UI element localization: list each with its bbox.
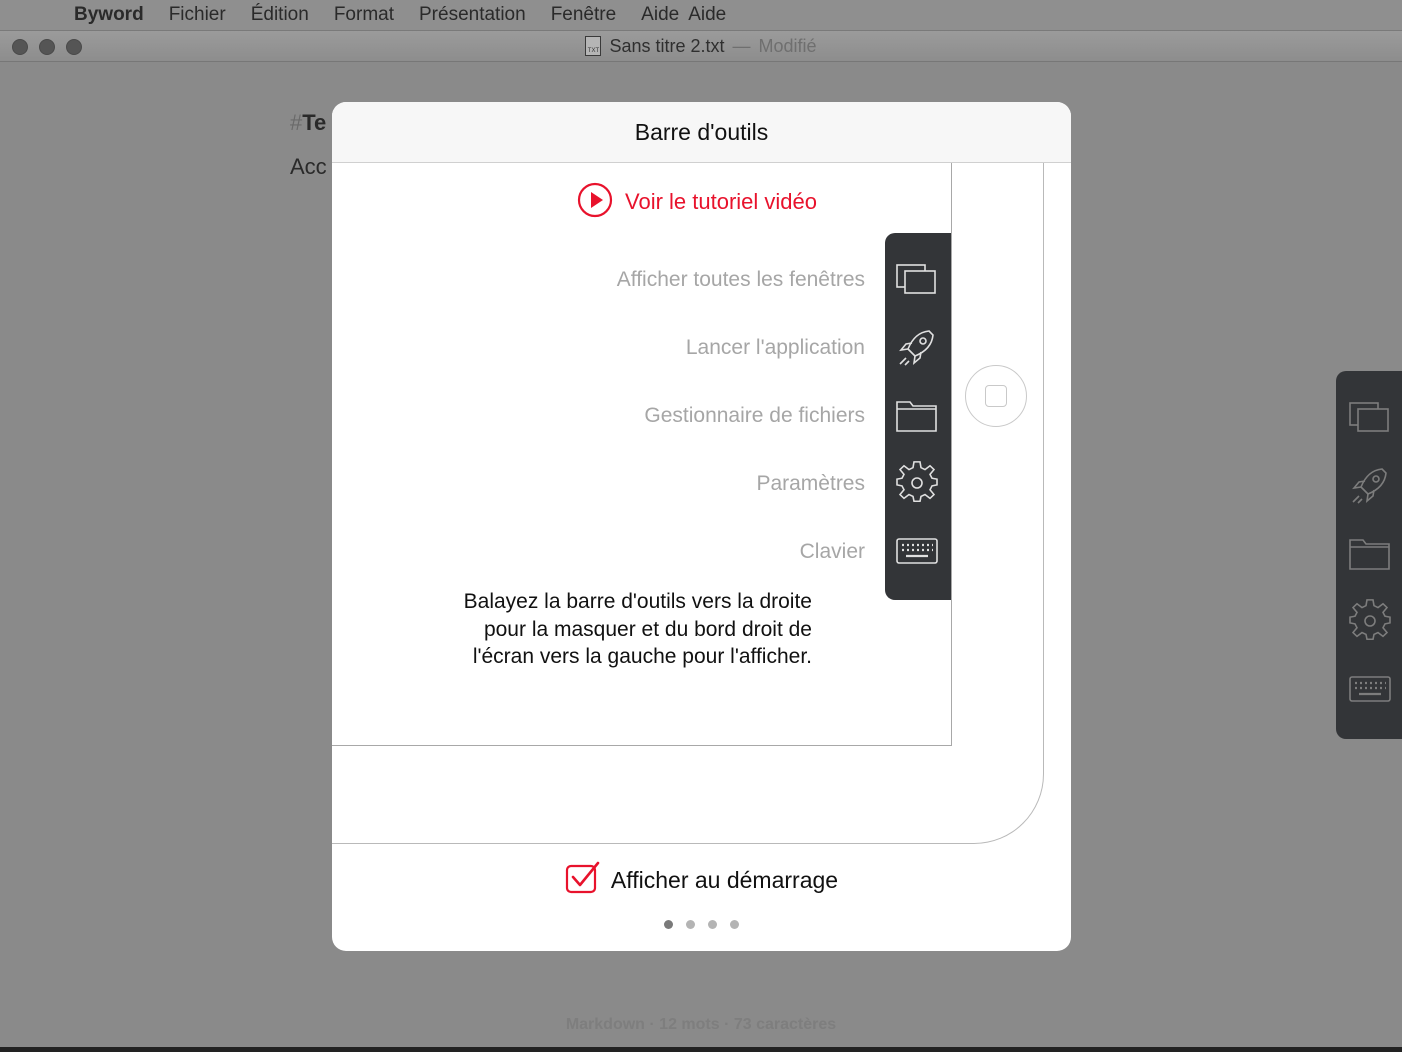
menu-edition[interactable]: Édition [251, 0, 309, 30]
play-icon [577, 182, 613, 223]
page-dot-2[interactable] [686, 920, 695, 929]
tool-label-settings: Paramètres [756, 472, 865, 495]
home-button-illustration [965, 365, 1027, 427]
window-title: TXT Sans titre 2.txt — Modifié [0, 31, 1402, 61]
keyboard-icon[interactable] [1348, 667, 1392, 711]
menu-aide[interactable]: Aide [641, 0, 679, 30]
checkbox-checked-icon[interactable] [565, 860, 601, 901]
tool-label-keyboard: Clavier [799, 540, 865, 563]
gear-icon [895, 461, 939, 505]
menu-presentation[interactable]: Présentation [419, 0, 526, 30]
rocket-icon [895, 325, 939, 369]
status-bar: Markdown · 12 mots · 73 caractères [565, 1016, 837, 1033]
page-indicator [332, 920, 1071, 929]
folder-icon[interactable] [1348, 531, 1392, 575]
window-bottom-edge [0, 1047, 1402, 1052]
modified-indicator: Modifié [758, 35, 817, 56]
toolbar-illustration [885, 233, 951, 600]
windows-icon[interactable] [1348, 395, 1392, 439]
gear-icon[interactable] [1348, 599, 1392, 643]
tool-label-file-manager: Gestionnaire de fichiers [644, 404, 865, 427]
editor-text-line: Acc [290, 154, 327, 179]
page-dot-1[interactable] [664, 920, 673, 929]
side-toolbar [1336, 371, 1402, 739]
toolbar-help-text: Balayez la barre d'outils vers la droite… [463, 590, 812, 668]
tool-label-launcher: Lancer l'application [685, 336, 865, 359]
video-tutorial-link[interactable]: Voir le tutoriel vidéo [577, 182, 817, 223]
folder-icon [895, 393, 939, 437]
menu-aide-duplicate[interactable]: Aide [688, 0, 726, 30]
video-tutorial-label: Voir le tutoriel vidéo [625, 189, 817, 214]
tool-label-windows: Afficher toutes les fenêtres [616, 268, 865, 291]
toolbar-tutorial-dialog: Barre d'outils Voir le tutoriel vidéo Af… [332, 102, 1071, 951]
menu-fenetre[interactable]: Fenêtre [551, 0, 616, 30]
document-title: Sans titre 2.txt [609, 35, 725, 56]
title-separator: — [732, 35, 751, 56]
page-dot-3[interactable] [708, 920, 717, 929]
rocket-icon[interactable] [1348, 463, 1392, 507]
menu-fichier[interactable]: Fichier [169, 0, 226, 30]
page-dot-4[interactable] [730, 920, 739, 929]
show-at-startup-checkbox[interactable]: Afficher au démarrage [332, 860, 1071, 901]
keyboard-icon [895, 529, 939, 573]
menu-format[interactable]: Format [334, 0, 394, 30]
text-file-icon: TXT [585, 36, 602, 56]
window-titlebar: TXT Sans titre 2.txt — Modifié [0, 31, 1402, 62]
editor-heading: #Te [290, 110, 327, 135]
menu-app-byword[interactable]: Byword [74, 0, 144, 30]
menu-bar: Byword Fichier Édition Format Présentati… [0, 0, 1402, 31]
show-at-startup-label: Afficher au démarrage [610, 866, 839, 893]
dialog-title: Barre d'outils [332, 102, 1071, 163]
windows-icon [895, 257, 939, 301]
